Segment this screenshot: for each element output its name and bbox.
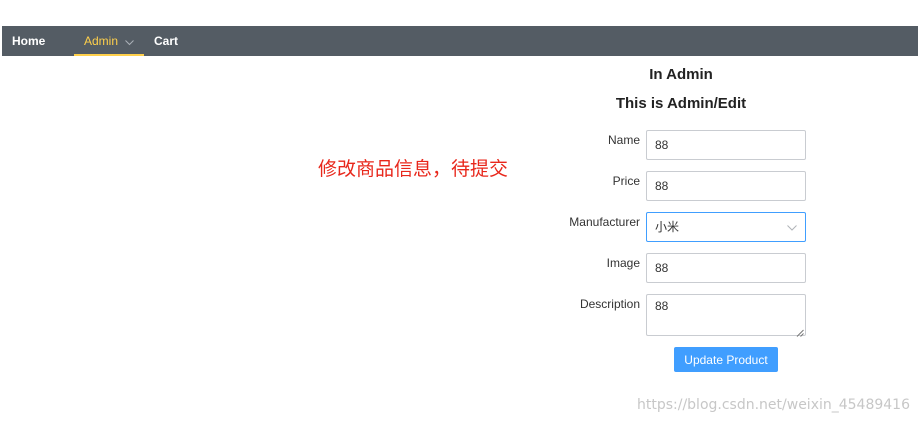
update-product-button[interactable]: Update Product xyxy=(674,347,778,372)
chevron-down-icon xyxy=(125,27,135,57)
nav-cart[interactable]: Cart xyxy=(154,26,178,56)
page: Home Admin Cart In Admin This is Admin/E… xyxy=(0,0,918,424)
image-input[interactable]: 88 xyxy=(646,253,806,283)
watermark-text: https://blog.csdn.net/weixin_45489416 xyxy=(636,397,910,413)
price-input[interactable]: 88 xyxy=(646,171,806,201)
annotation-text: 修改商品信息，待提交 xyxy=(318,158,509,180)
description-label: Description xyxy=(579,297,640,311)
section-heading: In Admin xyxy=(649,66,713,83)
manufacturer-label: Manufacturer xyxy=(569,215,640,229)
nav-admin-label: Admin xyxy=(84,34,119,48)
page-title: This is Admin/Edit xyxy=(615,95,747,112)
nav-admin-dropdown[interactable]: Admin xyxy=(74,26,144,56)
resize-handle-icon[interactable] xyxy=(796,326,804,337)
name-input[interactable]: 88 xyxy=(646,130,806,160)
manufacturer-select[interactable]: 小米 xyxy=(646,212,806,242)
top-navbar: Home Admin Cart xyxy=(2,26,918,56)
price-label: Price xyxy=(612,174,640,188)
manufacturer-value: 小米 xyxy=(655,220,680,234)
name-label: Name xyxy=(607,133,640,147)
chevron-down-icon xyxy=(787,213,797,241)
image-label: Image xyxy=(606,256,640,270)
description-textarea[interactable]: 88 xyxy=(646,294,806,337)
nav-home[interactable]: Home xyxy=(12,26,45,56)
description-value: 88 xyxy=(655,299,669,313)
